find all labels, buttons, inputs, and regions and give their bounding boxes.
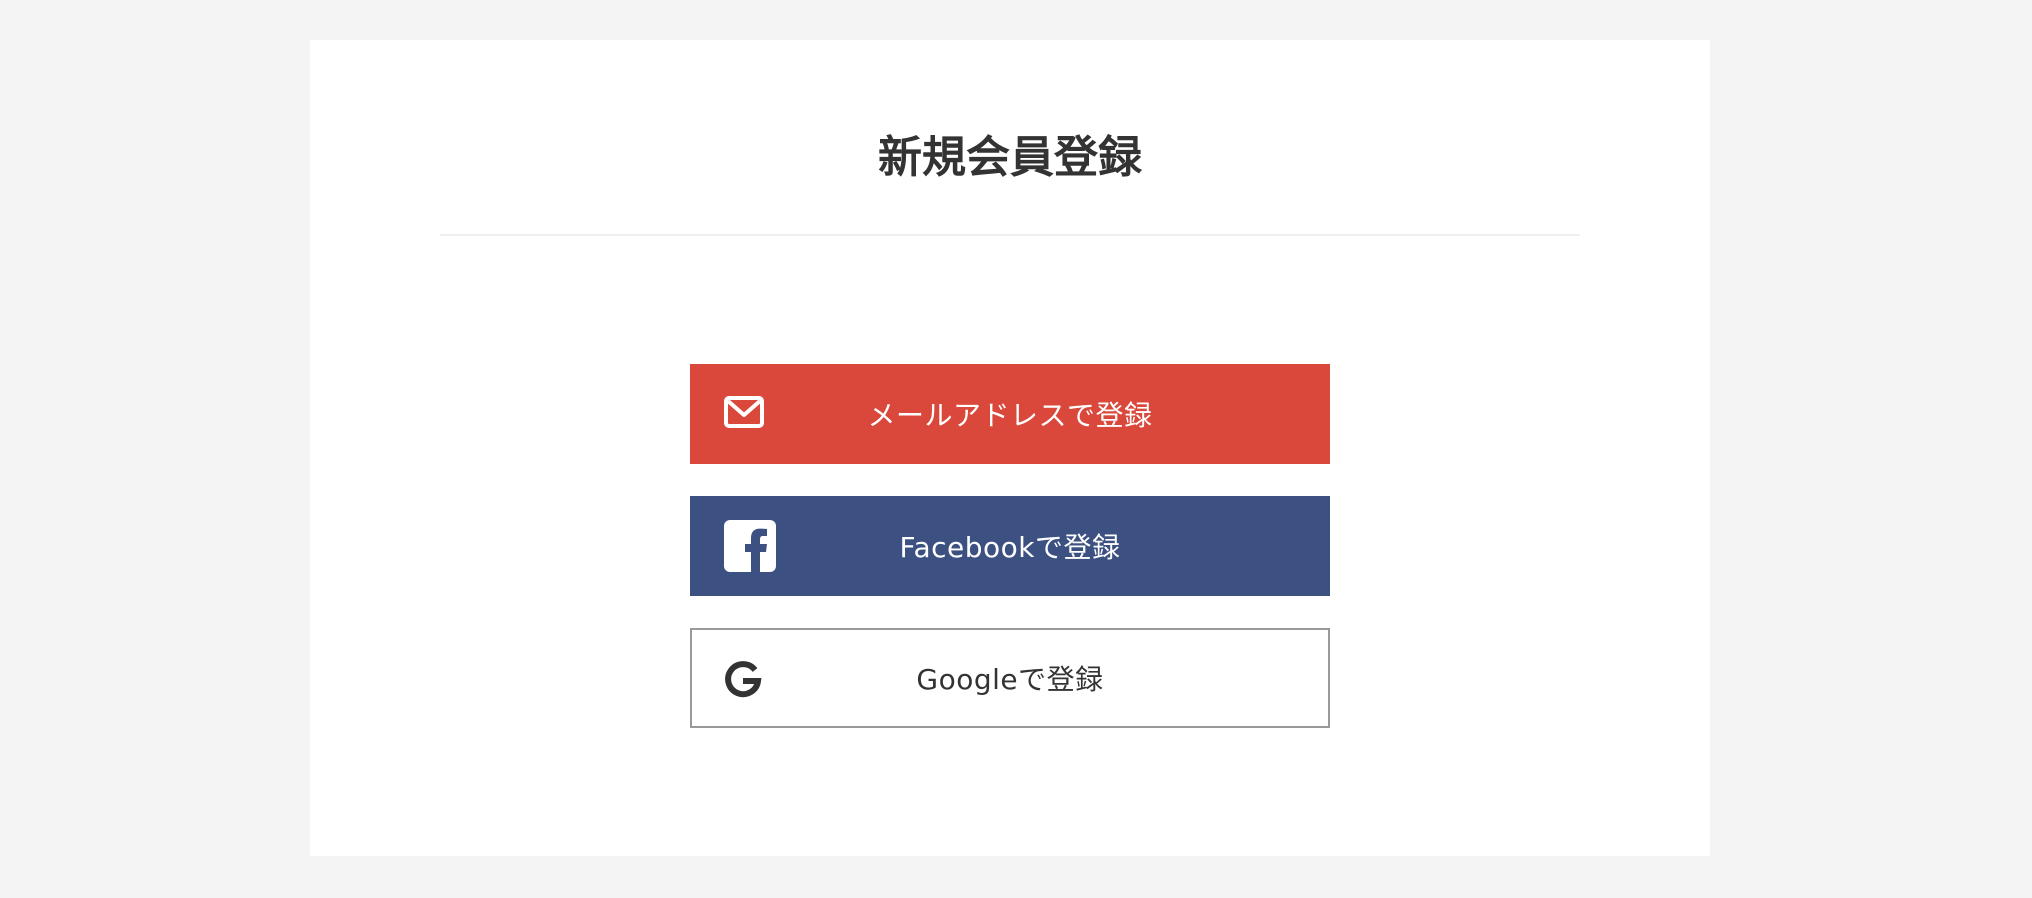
facebook-signup-label: Facebookで登録 — [899, 531, 1121, 564]
google-signup-button[interactable]: Googleで登録 — [690, 628, 1330, 728]
title-divider — [440, 234, 1580, 236]
email-signup-button[interactable]: メールアドレスで登録 — [690, 364, 1330, 464]
registration-card: 新規会員登録 メールアドレスで登録 Facebookで登録 Googleで登録 — [310, 40, 1710, 856]
page-title: 新規会員登録 — [878, 132, 1142, 183]
email-signup-label: メールアドレスで登録 — [867, 399, 1153, 432]
google-signup-label: Googleで登録 — [916, 663, 1104, 696]
facebook-signup-button[interactable]: Facebookで登録 — [690, 496, 1330, 596]
